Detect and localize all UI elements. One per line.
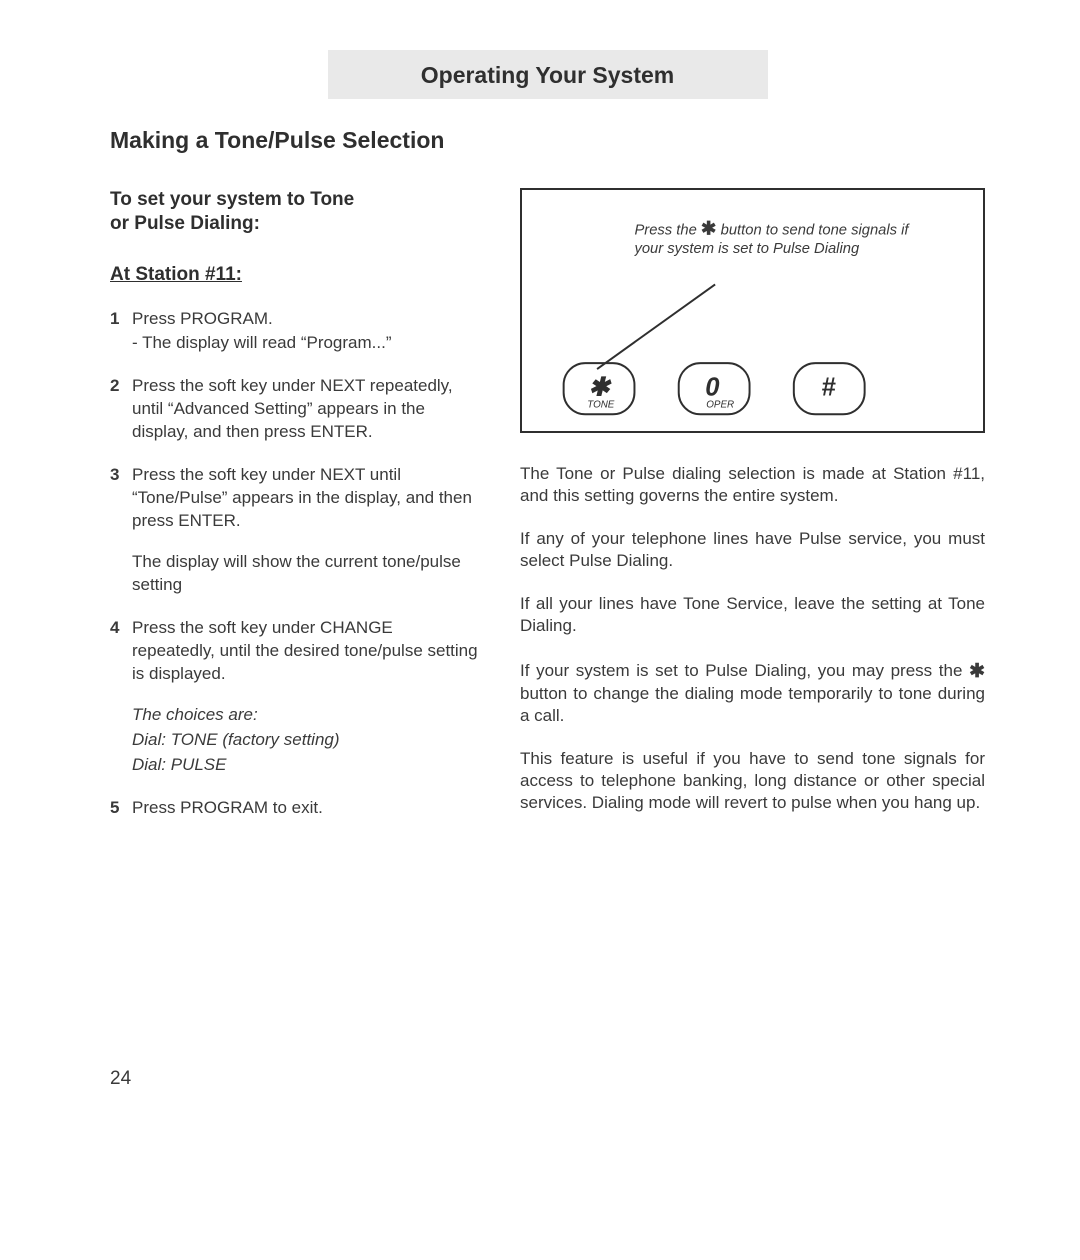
content-columns: To set your system to Tone or Pulse Dial… — [110, 188, 985, 839]
station-heading: At Station #11: — [110, 264, 480, 286]
step-choice: Dial: TONE (factory setting) — [132, 729, 480, 752]
step-body: Press the soft key under NEXT until “Ton… — [132, 464, 480, 599]
step-note: The display will show the current tone/p… — [132, 551, 480, 597]
key-main: ✱ — [588, 374, 612, 402]
star-icon: ✱ — [969, 659, 985, 684]
key-zero: 0 OPER — [679, 363, 750, 414]
step-text: - The display will read “Program...” — [132, 332, 480, 355]
key-hash: # — [794, 363, 865, 414]
key-sub: OPER — [706, 399, 734, 410]
key-main: 0 — [705, 374, 719, 402]
step-text: Press the soft key under CHANGE repeated… — [132, 617, 480, 686]
step-number: 1 — [110, 308, 132, 358]
page-number: 24 — [110, 1068, 131, 1090]
section-header: Operating Your System — [328, 50, 768, 99]
step-number: 5 — [110, 797, 132, 822]
para-post: button to change the dialing mode tempor… — [520, 684, 985, 725]
key-sub: TONE — [587, 399, 615, 410]
info-para: This feature is useful if you have to se… — [520, 748, 985, 815]
step-4: 4 Press the soft key under CHANGE repeat… — [110, 617, 480, 779]
info-para: If all your lines have Tone Service, lea… — [520, 593, 985, 638]
subhead-line1: To set your system to Tone — [110, 189, 354, 210]
left-column: To set your system to Tone or Pulse Dial… — [110, 188, 480, 839]
step-text: Press PROGRAM. — [132, 308, 480, 331]
step-text: Press the soft key under NEXT until “Ton… — [132, 464, 480, 533]
right-column: Press the ✱ button to send tone signals … — [520, 188, 985, 835]
key-star: ✱ TONE — [564, 363, 635, 414]
step-body: Press PROGRAM to exit. — [132, 797, 480, 822]
info-para: If your system is set to Pulse Dialing, … — [520, 658, 985, 728]
tip-pre: Press the — [634, 221, 700, 238]
procedure-heading: To set your system to Tone or Pulse Dial… — [110, 188, 480, 236]
step-2: 2 Press the soft key under NEXT repeated… — [110, 375, 480, 446]
step-number: 4 — [110, 617, 132, 779]
diagram-tip: Press the ✱ button to send tone signals … — [634, 218, 939, 257]
step-5: 5 Press PROGRAM to exit. — [110, 797, 480, 822]
step-3: 3 Press the soft key under NEXT until “T… — [110, 464, 480, 599]
subhead-line2: or Pulse Dialing: — [110, 213, 260, 234]
step-body: Press PROGRAM. - The display will read “… — [132, 308, 480, 358]
info-para: If any of your telephone lines have Puls… — [520, 528, 985, 573]
key-main: # — [821, 374, 836, 402]
step-choice: Dial: PULSE — [132, 754, 480, 777]
step-1: 1 Press PROGRAM. - The display will read… — [110, 308, 480, 358]
step-choice: The choices are: — [132, 704, 480, 727]
keypad-diagram: Press the ✱ button to send tone signals … — [520, 188, 985, 433]
step-number: 2 — [110, 375, 132, 446]
para-pre: If your system is set to Pulse Dialing, … — [520, 661, 969, 680]
step-text: Press the soft key under NEXT repeatedly… — [132, 375, 480, 444]
page-title: Making a Tone/Pulse Selection — [110, 127, 985, 154]
pointer-line — [597, 284, 715, 369]
step-body: Press the soft key under NEXT repeatedly… — [132, 375, 480, 446]
step-number: 3 — [110, 464, 132, 599]
step-body: Press the soft key under CHANGE repeated… — [132, 617, 480, 779]
star-icon: ✱ — [701, 219, 717, 240]
step-text: Press PROGRAM to exit. — [132, 797, 480, 820]
info-para: The Tone or Pulse dialing selection is m… — [520, 463, 985, 508]
diagram-svg: Press the ✱ button to send tone signals … — [522, 190, 983, 431]
